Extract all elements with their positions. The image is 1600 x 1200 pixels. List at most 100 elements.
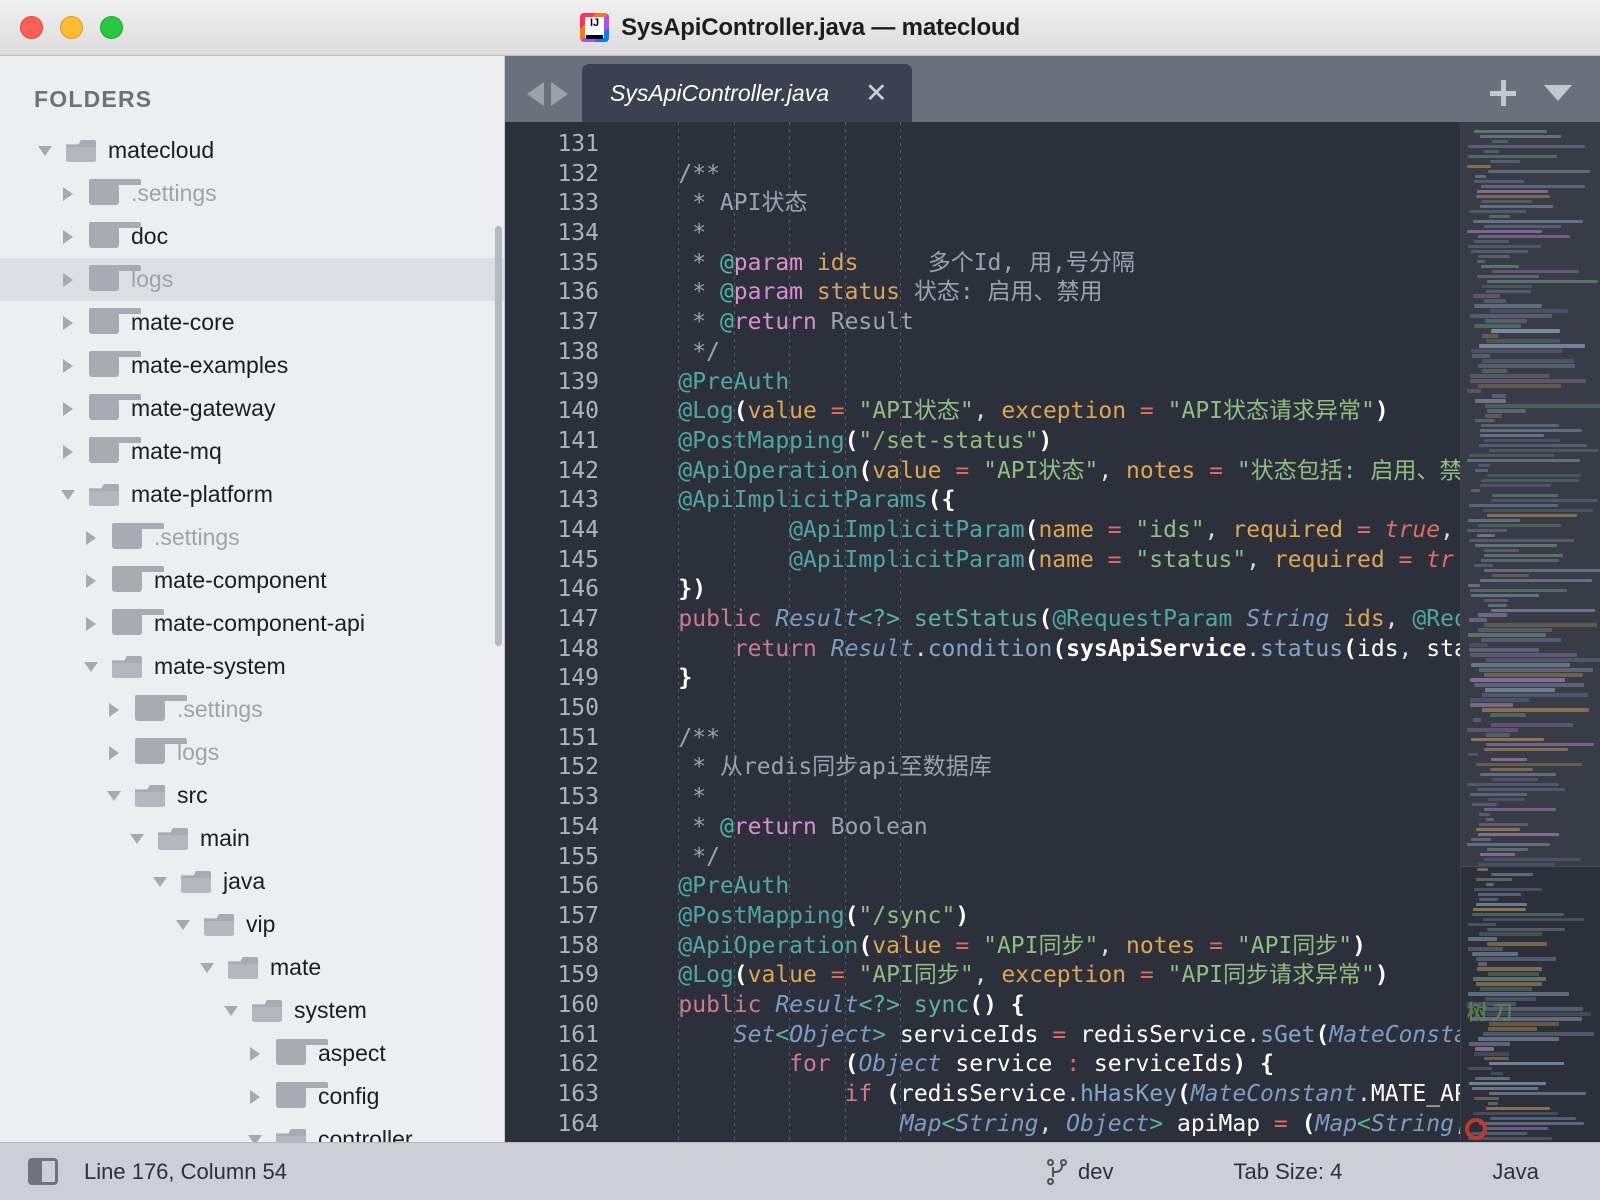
- chevron-down-icon[interactable]: [34, 145, 56, 156]
- code-line[interactable]: /**: [623, 160, 1460, 190]
- folder-tree[interactable]: matecloud .settings doc logs mate-core mate-e…: [0, 129, 504, 1142]
- code-line[interactable]: }): [623, 575, 1460, 605]
- tree-item-mate-component[interactable]: mate-component: [0, 559, 504, 602]
- chevron-down-icon[interactable]: [244, 1134, 266, 1142]
- chevron-right-icon[interactable]: [57, 229, 79, 244]
- tree-item-doc[interactable]: doc: [0, 215, 504, 258]
- code-line[interactable]: [623, 130, 1460, 160]
- chevron-down-icon[interactable]: [1544, 85, 1572, 101]
- chevron-right-icon[interactable]: [244, 1089, 266, 1104]
- tree-item-mate-core[interactable]: mate-core: [0, 301, 504, 344]
- tree-item-vip[interactable]: vip: [0, 903, 504, 946]
- chevron-down-icon[interactable]: [80, 661, 102, 672]
- tree-item-mate[interactable]: mate: [0, 946, 504, 989]
- back-arrow-icon[interactable]: [527, 82, 544, 106]
- tree-item-dot-settings[interactable]: .settings: [0, 516, 504, 559]
- chevron-right-icon[interactable]: [57, 401, 79, 416]
- code-line[interactable]: public Result<?> setStatus(@RequestParam…: [623, 605, 1460, 635]
- chevron-right-icon[interactable]: [57, 444, 79, 459]
- tree-item-mate-gateway[interactable]: mate-gateway: [0, 387, 504, 430]
- maximize-window-button[interactable]: [100, 16, 123, 39]
- tree-item-controller[interactable]: controller: [0, 1118, 504, 1142]
- code-line[interactable]: if (redisService.hHasKey(MateConstant.MA…: [623, 1080, 1460, 1110]
- code-line[interactable]: *: [623, 219, 1460, 249]
- code-line[interactable]: @ApiImplicitParam(name = "ids", required…: [623, 516, 1460, 546]
- tab-size-label[interactable]: Tab Size: 4: [1234, 1159, 1343, 1185]
- code-line[interactable]: * @param ids 多个Id, 用,号分隔: [623, 249, 1460, 279]
- chevron-right-icon[interactable]: [80, 530, 102, 545]
- code-line[interactable]: @ApiImplicitParams({: [623, 486, 1460, 516]
- code-line[interactable]: Set<Object> serviceIds = redisService.sG…: [623, 1021, 1460, 1051]
- tree-item-logs[interactable]: logs: [0, 258, 504, 301]
- chevron-down-icon[interactable]: [149, 876, 171, 887]
- code-line[interactable]: * @return Boolean: [623, 813, 1460, 843]
- code-line[interactable]: [623, 694, 1460, 724]
- code-line[interactable]: }: [623, 664, 1460, 694]
- code-line[interactable]: @PreAuth: [623, 368, 1460, 398]
- chevron-right-icon[interactable]: [244, 1046, 266, 1061]
- tree-item-src[interactable]: src: [0, 774, 504, 817]
- code-line[interactable]: @PostMapping("/sync"): [623, 902, 1460, 932]
- chevron-down-icon[interactable]: [57, 489, 79, 500]
- chevron-down-icon[interactable]: [126, 833, 148, 844]
- chevron-right-icon[interactable]: [57, 315, 79, 330]
- chevron-right-icon[interactable]: [57, 272, 79, 287]
- code-line[interactable]: @Log(value = "API状态", exception = "API状态…: [623, 397, 1460, 427]
- chevron-down-icon[interactable]: [220, 1005, 242, 1016]
- code-minimap[interactable]: 树 刀: [1460, 122, 1600, 1142]
- chevron-right-icon[interactable]: [57, 186, 79, 201]
- tree-item-dot-settings[interactable]: .settings: [0, 172, 504, 215]
- code-line[interactable]: @Log(value = "API同步", exception = "API同步…: [623, 961, 1460, 991]
- code-line[interactable]: * API状态: [623, 189, 1460, 219]
- chevron-right-icon[interactable]: [57, 358, 79, 373]
- code-line[interactable]: @ApiOperation(value = "API同步", notes = "…: [623, 932, 1460, 962]
- code-line[interactable]: * @param status 状态: 启用、禁用: [623, 278, 1460, 308]
- code-text[interactable]: /** * API状态 * * @param ids 多个Id, 用,号分隔 *…: [623, 122, 1460, 1142]
- tree-item-mate-mq[interactable]: mate-mq: [0, 430, 504, 473]
- tree-item-config[interactable]: config: [0, 1075, 504, 1118]
- code-line[interactable]: @ApiOperation(value = "API状态", notes = "…: [623, 457, 1460, 487]
- tree-item-logs[interactable]: logs: [0, 731, 504, 774]
- code-line[interactable]: @PostMapping("/set-status"): [623, 427, 1460, 457]
- code-line[interactable]: */: [623, 338, 1460, 368]
- tree-item-aspect[interactable]: aspect: [0, 1032, 504, 1075]
- cursor-position-label[interactable]: Line 176, Column 54: [84, 1159, 287, 1185]
- minimize-window-button[interactable]: [60, 16, 83, 39]
- add-tab-icon[interactable]: [1490, 80, 1516, 106]
- code-line[interactable]: * 从redis同步api至数据库: [623, 753, 1460, 783]
- code-line[interactable]: List<Map<String, String>> list = (List<M…: [623, 1139, 1460, 1142]
- tree-item-main[interactable]: main: [0, 817, 504, 860]
- code-line[interactable]: Map<String, Object> apiMap = (Map<String…: [623, 1110, 1460, 1140]
- close-window-button[interactable]: [20, 16, 43, 39]
- close-tab-icon[interactable]: ✕: [865, 80, 888, 107]
- code-line[interactable]: public Result<?> sync() {: [623, 991, 1460, 1021]
- sidebar-toggle-icon[interactable]: [28, 1158, 58, 1185]
- tree-item-mate-examples[interactable]: mate-examples: [0, 344, 504, 387]
- tree-item-mate-system[interactable]: mate-system: [0, 645, 504, 688]
- chevron-right-icon[interactable]: [80, 573, 102, 588]
- tree-item-mate-platform[interactable]: mate-platform: [0, 473, 504, 516]
- code-line[interactable]: @PreAuth: [623, 872, 1460, 902]
- git-branch-status[interactable]: dev: [1047, 1158, 1114, 1185]
- tree-item-mate-component-api[interactable]: mate-component-api: [0, 602, 504, 645]
- tree-item-java[interactable]: java: [0, 860, 504, 903]
- tree-item-system[interactable]: system: [0, 989, 504, 1032]
- language-label[interactable]: Java: [1492, 1159, 1538, 1185]
- code-line[interactable]: for (Object service : serviceIds) {: [623, 1050, 1460, 1080]
- tree-item-matecloud[interactable]: matecloud: [0, 129, 504, 172]
- code-line[interactable]: */: [623, 843, 1460, 873]
- chevron-down-icon[interactable]: [172, 919, 194, 930]
- code-line[interactable]: *: [623, 783, 1460, 813]
- forward-arrow-icon[interactable]: [551, 82, 568, 106]
- chevron-down-icon[interactable]: [103, 790, 125, 801]
- editor-tab-active[interactable]: SysApiController.java ✕: [582, 64, 912, 122]
- chevron-right-icon[interactable]: [103, 745, 125, 760]
- code-line[interactable]: /**: [623, 724, 1460, 754]
- chevron-down-icon[interactable]: [196, 962, 218, 973]
- chevron-right-icon[interactable]: [80, 616, 102, 631]
- code-line[interactable]: * @return Result: [623, 308, 1460, 338]
- code-line[interactable]: return Result.condition(sysApiService.st…: [623, 635, 1460, 665]
- chevron-right-icon[interactable]: [103, 702, 125, 717]
- sidebar-scrollbar[interactable]: [495, 226, 502, 646]
- tree-item-dot-settings[interactable]: .settings: [0, 688, 504, 731]
